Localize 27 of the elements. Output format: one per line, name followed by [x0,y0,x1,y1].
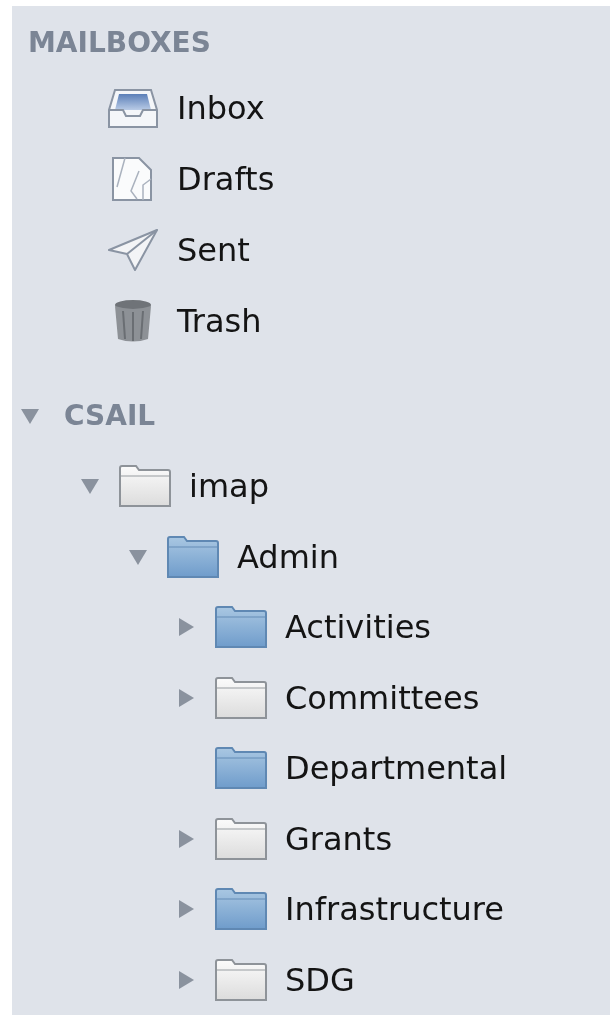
disclosure-triangle-icon[interactable] [176,969,196,990]
mailbox-label[interactable]: Trash [177,301,262,340]
folder-icon [213,816,269,861]
folder-label[interactable]: Activities [285,608,431,647]
folder-icon [213,887,269,932]
disclosure-triangle-icon[interactable] [176,899,196,920]
folder-label[interactable]: Infrastructure [285,890,504,929]
folder-icon [165,534,221,579]
folder-icon [213,746,269,791]
folder-label[interactable]: Grants [285,819,393,858]
folder-icon [213,957,269,1002]
folder-label[interactable]: Committees [285,678,480,717]
folder-label[interactable]: Departmental [285,749,508,788]
mailbox-label[interactable]: Inbox [177,88,265,127]
folder-icon [213,605,269,650]
folder-label[interactable]: imap [189,467,269,506]
section-heading: MAILBOXES [28,25,211,59]
folder-label[interactable]: SDG [285,960,355,999]
folder-label[interactable]: Admin [237,537,339,576]
mailbox-label[interactable]: Sent [177,230,250,269]
paper-plane-icon [105,227,161,272]
folder-icon [117,464,173,509]
disclosure-triangle-icon[interactable] [176,828,196,849]
folder-icon [213,675,269,720]
mailbox-label[interactable]: Drafts [177,159,275,198]
disclosure-triangle-icon[interactable] [176,687,196,708]
disclosure-triangle-icon[interactable] [176,617,196,638]
